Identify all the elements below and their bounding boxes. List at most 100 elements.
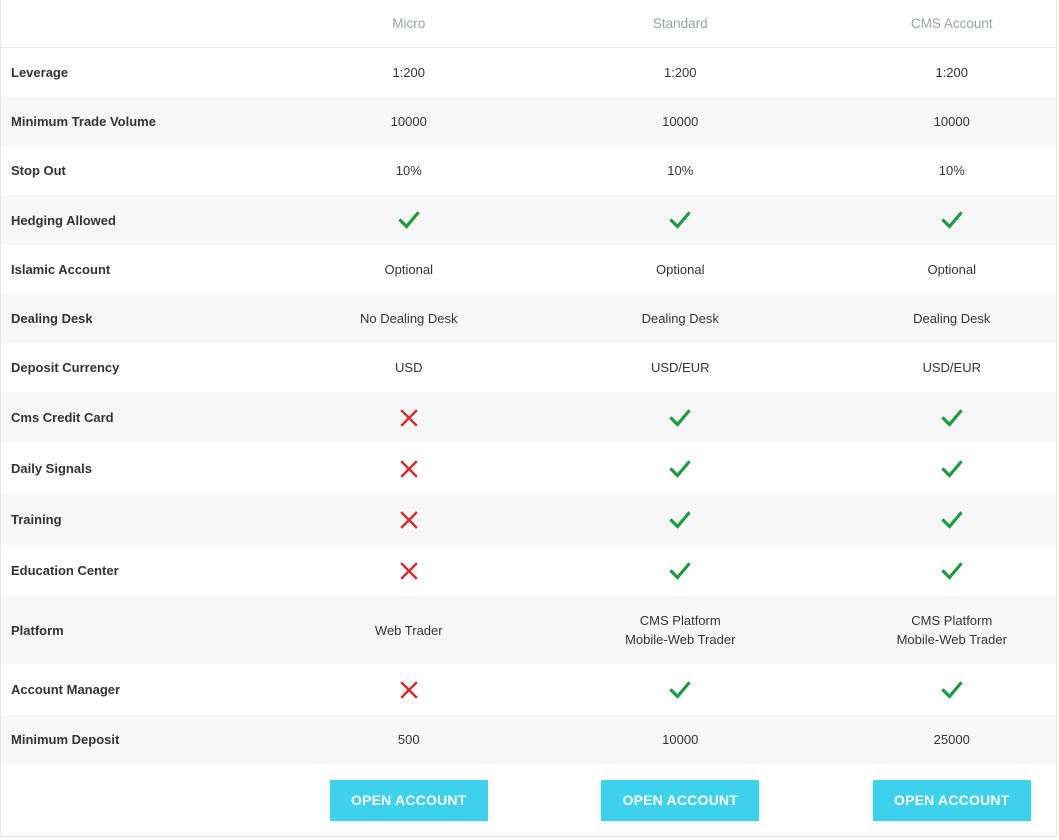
cell-cms-account — [816, 458, 1059, 480]
cell-cms-account — [816, 209, 1059, 231]
cross-icon — [400, 408, 418, 427]
check-icon — [669, 211, 692, 229]
cell-standard — [545, 458, 817, 480]
check-icon — [940, 561, 963, 580]
cell-micro: 500 — [397, 732, 420, 747]
plan-header-cms-account: CMS Account — [910, 16, 993, 31]
table-row: Minimum Deposit 500 10000 25000 — [1, 715, 1056, 764]
cell-micro: 10000 — [390, 114, 427, 129]
button-cell-micro: OPEN ACCOUNT — [273, 779, 545, 821]
cell-standard: CMS Platform Mobile-Web Trader — [545, 611, 817, 649]
plan-header-standard: Standard — [652, 16, 708, 31]
cell-cms-account — [816, 679, 1059, 701]
cell-standard: Optional — [656, 262, 705, 277]
cell-standard: 10000 — [662, 732, 699, 747]
table-row: Education Center — [1, 545, 1056, 596]
table-row: Dealing Desk No Dealing Desk Dealing Desk D… — [1, 294, 1056, 343]
row-label: Deposit Currency — [11, 360, 120, 375]
check-icon — [940, 408, 963, 427]
cell-cms-account: CMS Platform Mobile-Web Trader — [816, 611, 1059, 649]
cell-micro: Web Trader — [273, 621, 545, 640]
check-icon — [669, 510, 692, 529]
plan-header-micro: Micro — [392, 16, 426, 31]
check-icon — [669, 459, 692, 478]
row-label: Stop Out — [11, 163, 66, 178]
table-row: Deposit Currency USD USD/EUR USD/EUR — [1, 343, 1056, 392]
row-label: Cms Credit Card — [11, 410, 114, 425]
row-label: Minimum Deposit — [11, 732, 120, 747]
cell-micro: No Dealing Desk — [359, 311, 458, 326]
cell-standard — [545, 679, 817, 701]
cell-line: Mobile-Web Trader — [625, 632, 736, 647]
check-icon — [940, 680, 963, 699]
cell-micro — [273, 560, 545, 582]
table-row: Cms Credit Card — [1, 392, 1056, 443]
check-icon — [940, 459, 963, 478]
table-body: Leverage 1:200 1:200 1:200 Minimum Trade Vol… — [1, 48, 1056, 764]
table-row: Hedging Allowed — [1, 195, 1056, 245]
cross-icon — [400, 459, 418, 478]
check-icon — [669, 680, 692, 699]
cell-line: CMS Platform — [639, 613, 721, 628]
button-row: OPEN ACCOUNT OPEN ACCOUNT OPEN ACCOUNT — [1, 764, 1056, 836]
cell-cms-account: 25000 — [933, 732, 970, 747]
table-header: Micro Standard CMS Account — [1, 0, 1056, 48]
row-label: Training — [11, 512, 62, 527]
cell-standard: 1:200 — [663, 65, 697, 80]
cell-micro: Optional — [384, 262, 433, 277]
row-label: Leverage — [11, 65, 69, 80]
row-label: Account Manager — [11, 682, 121, 697]
cell-cms-account: 10000 — [933, 114, 970, 129]
table-row: Training — [1, 494, 1056, 545]
cell-cms-account: Dealing Desk — [913, 311, 991, 326]
cell-cms-account — [816, 560, 1059, 582]
cell-micro — [273, 209, 545, 231]
account-comparison-table: Micro Standard CMS Account Leverage 1:200… — [0, 0, 1057, 837]
table-row: Stop Out 10% 10% 10% — [1, 146, 1056, 195]
cross-icon — [400, 561, 418, 580]
open-account-micro-button[interactable]: OPEN ACCOUNT — [329, 779, 488, 821]
cell-standard: 10% — [667, 163, 694, 178]
open-account-standard-button[interactable]: OPEN ACCOUNT — [601, 779, 760, 821]
table-row: Daily Signals — [1, 443, 1056, 494]
cell-micro — [273, 509, 545, 531]
cross-icon — [400, 680, 418, 699]
table-row: Account Manager — [1, 664, 1056, 715]
cell-standard — [545, 509, 817, 531]
button-cell-standard: OPEN ACCOUNT — [545, 779, 817, 821]
open-account-cms-account-button[interactable]: OPEN ACCOUNT — [872, 779, 1031, 821]
cell-standard: USD/EUR — [650, 360, 710, 375]
cell-micro: 1:200 — [392, 65, 426, 80]
table-row: Leverage 1:200 1:200 1:200 — [1, 48, 1056, 97]
cell-standard — [545, 209, 817, 231]
cell-standard — [545, 407, 817, 429]
check-icon — [940, 510, 963, 529]
cell-micro — [273, 458, 545, 480]
cell-line: CMS Platform — [911, 613, 993, 628]
row-label: Daily Signals — [11, 461, 92, 476]
button-cell-cms-account: OPEN ACCOUNT — [816, 779, 1059, 821]
table-row: Minimum Trade Volume 10000 10000 10000 — [1, 97, 1056, 146]
cell-cms-account: 1:200 — [935, 65, 969, 80]
row-label: Islamic Account — [11, 262, 111, 277]
cell-micro: USD — [395, 360, 423, 375]
cell-cms-account — [816, 407, 1059, 429]
check-icon — [397, 211, 420, 229]
cell-micro — [273, 407, 545, 429]
row-label: Education Center — [11, 563, 119, 578]
cell-line: Web Trader — [374, 622, 443, 638]
table-row: Platform Web Trader CMS Platform Mobile-Web… — [1, 596, 1056, 664]
cell-line: Mobile-Web Trader — [896, 632, 1007, 647]
check-icon — [669, 408, 692, 427]
row-label: Minimum Trade Volume — [11, 114, 156, 129]
cell-cms-account: USD/EUR — [922, 360, 981, 375]
cell-cms-account — [816, 509, 1059, 531]
cell-standard — [545, 560, 817, 582]
cell-cms-account: 10% — [938, 163, 965, 178]
row-label: Hedging Allowed — [11, 212, 116, 228]
cell-standard: 10000 — [662, 114, 699, 129]
cell-standard: Dealing Desk — [641, 311, 719, 326]
cell-micro: 10% — [395, 163, 422, 178]
cross-icon — [400, 510, 418, 529]
check-icon — [669, 561, 692, 580]
